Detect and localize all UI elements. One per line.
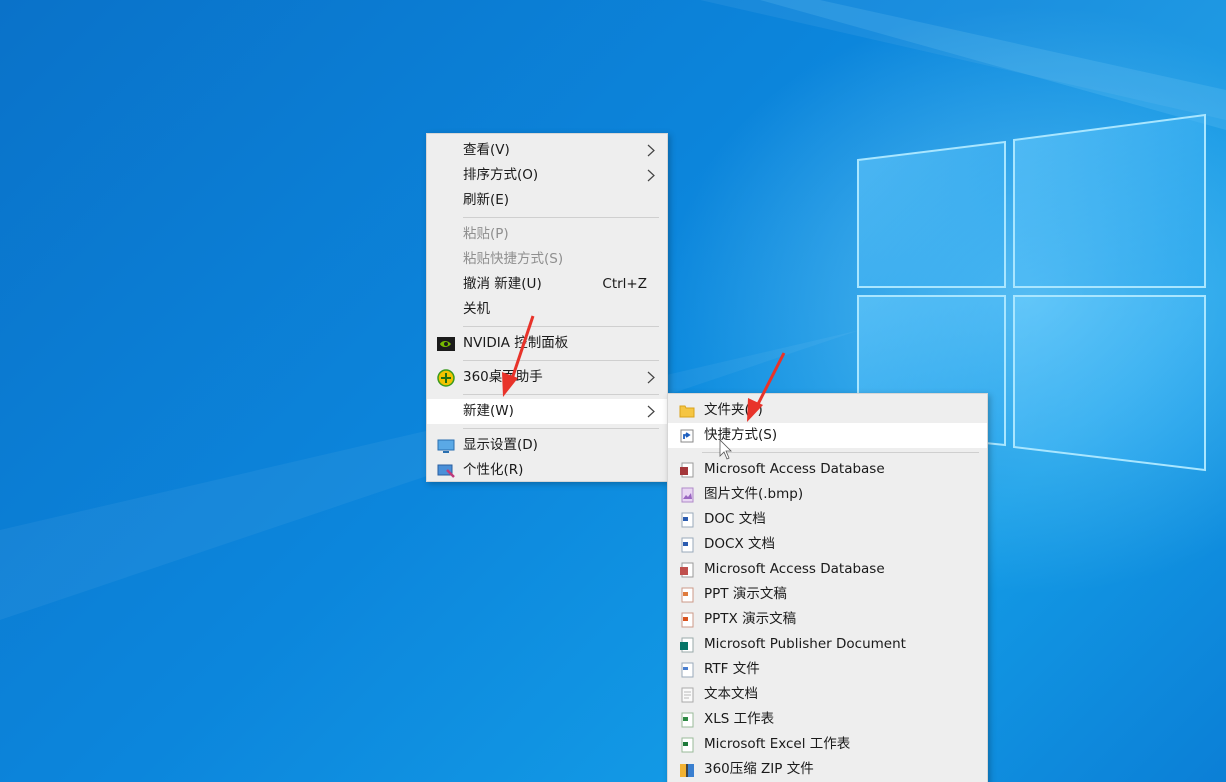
new-bmp-item[interactable]: 图片文件(.bmp) bbox=[668, 482, 987, 507]
menu-item-label: Microsoft Publisher Document bbox=[704, 636, 906, 652]
access-icon bbox=[680, 562, 694, 578]
new-xls-item[interactable]: XLS 工作表 bbox=[668, 707, 987, 732]
menu-item-label: Microsoft Excel 工作表 bbox=[704, 736, 851, 752]
menu-item-label: PPTX 演示文稿 bbox=[704, 611, 797, 627]
chevron-right-icon bbox=[647, 144, 655, 157]
menu-item-paste[interactable]: 粘贴(P) bbox=[427, 222, 667, 247]
menu-item-label: DOC 文档 bbox=[704, 511, 766, 527]
menu-item-label: Microsoft Access Database bbox=[704, 561, 885, 577]
desktop-background[interactable]: 查看(V) 排序方式(O) 刷新(E) 粘贴(P) 粘贴快捷方式(S) 撤消 新… bbox=[0, 0, 1226, 782]
menu-item-label: Microsoft Access Database bbox=[704, 461, 885, 477]
menu-item-360-desktop[interactable]: 360桌面助手 bbox=[427, 365, 667, 390]
bmp-icon bbox=[681, 487, 694, 503]
folder-icon bbox=[679, 405, 695, 418]
menu-item-label: RTF 文件 bbox=[704, 661, 760, 677]
menu-item-personalize[interactable]: 个性化(R) bbox=[427, 458, 667, 483]
personalize-icon bbox=[437, 464, 455, 478]
docx-icon bbox=[681, 537, 694, 553]
new-folder-item[interactable]: 文件夹(F) bbox=[668, 398, 987, 423]
menu-item-label: 粘贴(P) bbox=[463, 226, 509, 242]
rtf-icon bbox=[681, 662, 694, 678]
shortcut-text: Ctrl+Z bbox=[602, 276, 647, 292]
chevron-right-icon bbox=[647, 405, 655, 418]
menu-separator bbox=[463, 217, 659, 218]
menu-item-label: NVIDIA 控制面板 bbox=[463, 335, 569, 351]
chevron-right-icon bbox=[647, 169, 655, 182]
menu-item-label: 显示设置(D) bbox=[463, 437, 538, 453]
menu-item-label: 新建(W) bbox=[463, 403, 514, 419]
display-settings-icon bbox=[437, 439, 455, 453]
menu-item-refresh[interactable]: 刷新(E) bbox=[427, 188, 667, 213]
menu-item-nvidia-control-panel[interactable]: NVIDIA 控制面板 bbox=[427, 331, 667, 356]
menu-item-label: 360压缩 ZIP 文件 bbox=[704, 761, 814, 777]
menu-separator bbox=[463, 326, 659, 327]
menu-item-view[interactable]: 查看(V) bbox=[427, 138, 667, 163]
menu-item-label: 文本文档 bbox=[704, 686, 758, 702]
new-zip-item[interactable]: 360压缩 ZIP 文件 bbox=[668, 757, 987, 782]
new-text-document-item[interactable]: 文本文档 bbox=[668, 682, 987, 707]
menu-item-display-settings[interactable]: 显示设置(D) bbox=[427, 433, 667, 458]
menu-item-label: 查看(V) bbox=[463, 142, 510, 158]
menu-item-sort-by[interactable]: 排序方式(O) bbox=[427, 163, 667, 188]
xls-icon bbox=[681, 712, 694, 728]
new-rtf-item[interactable]: RTF 文件 bbox=[668, 657, 987, 682]
new-publisher-item[interactable]: Microsoft Publisher Document bbox=[668, 632, 987, 657]
menu-separator bbox=[463, 394, 659, 395]
access-icon bbox=[680, 462, 694, 478]
new-excel-item[interactable]: Microsoft Excel 工作表 bbox=[668, 732, 987, 757]
doc-icon bbox=[681, 512, 694, 528]
menu-item-shutdown[interactable]: 关机 bbox=[427, 297, 667, 322]
menu-item-new[interactable]: 新建(W) bbox=[427, 399, 667, 424]
desktop-context-menu: 查看(V) 排序方式(O) 刷新(E) 粘贴(P) 粘贴快捷方式(S) 撤消 新… bbox=[426, 133, 668, 482]
zip-icon bbox=[680, 764, 694, 777]
menu-item-label: 图片文件(.bmp) bbox=[704, 486, 804, 502]
menu-item-label: 快捷方式(S) bbox=[704, 427, 778, 443]
menu-item-label: 文件夹(F) bbox=[704, 402, 763, 418]
new-docx-item[interactable]: DOCX 文档 bbox=[668, 532, 987, 557]
menu-item-paste-shortcut[interactable]: 粘贴快捷方式(S) bbox=[427, 247, 667, 272]
menu-item-label: 个性化(R) bbox=[463, 462, 524, 478]
new-access-database-item-2[interactable]: Microsoft Access Database bbox=[668, 557, 987, 582]
publisher-icon bbox=[680, 637, 694, 653]
menu-separator bbox=[463, 428, 659, 429]
menu-item-label: 关机 bbox=[463, 301, 490, 317]
menu-separator bbox=[702, 452, 979, 453]
ppt-icon bbox=[681, 587, 694, 603]
text-document-icon bbox=[681, 687, 694, 703]
new-ppt-item[interactable]: PPT 演示文稿 bbox=[668, 582, 987, 607]
new-access-database-item[interactable]: Microsoft Access Database bbox=[668, 457, 987, 482]
menu-item-label: PPT 演示文稿 bbox=[704, 586, 787, 602]
menu-item-label: 粘贴快捷方式(S) bbox=[463, 251, 564, 267]
nvidia-icon bbox=[437, 337, 455, 351]
menu-item-undo-new[interactable]: 撤消 新建(U) Ctrl+Z bbox=[427, 272, 667, 297]
new-submenu: 文件夹(F) 快捷方式(S) Microsoft Access Database… bbox=[667, 393, 988, 782]
excel-icon bbox=[681, 737, 694, 753]
menu-item-label: XLS 工作表 bbox=[704, 711, 775, 727]
menu-item-label: 360桌面助手 bbox=[463, 369, 543, 385]
chevron-right-icon bbox=[647, 371, 655, 384]
new-pptx-item[interactable]: PPTX 演示文稿 bbox=[668, 607, 987, 632]
new-doc-item[interactable]: DOC 文档 bbox=[668, 507, 987, 532]
menu-item-label: 撤消 新建(U) bbox=[463, 276, 542, 292]
menu-item-label: 排序方式(O) bbox=[463, 167, 539, 183]
new-shortcut-item[interactable]: 快捷方式(S) bbox=[668, 423, 987, 448]
360-desktop-icon bbox=[437, 369, 455, 387]
menu-separator bbox=[463, 360, 659, 361]
menu-item-label: DOCX 文档 bbox=[704, 536, 775, 552]
menu-item-label: 刷新(E) bbox=[463, 192, 510, 208]
shortcut-icon bbox=[680, 429, 694, 443]
pptx-icon bbox=[681, 612, 694, 628]
